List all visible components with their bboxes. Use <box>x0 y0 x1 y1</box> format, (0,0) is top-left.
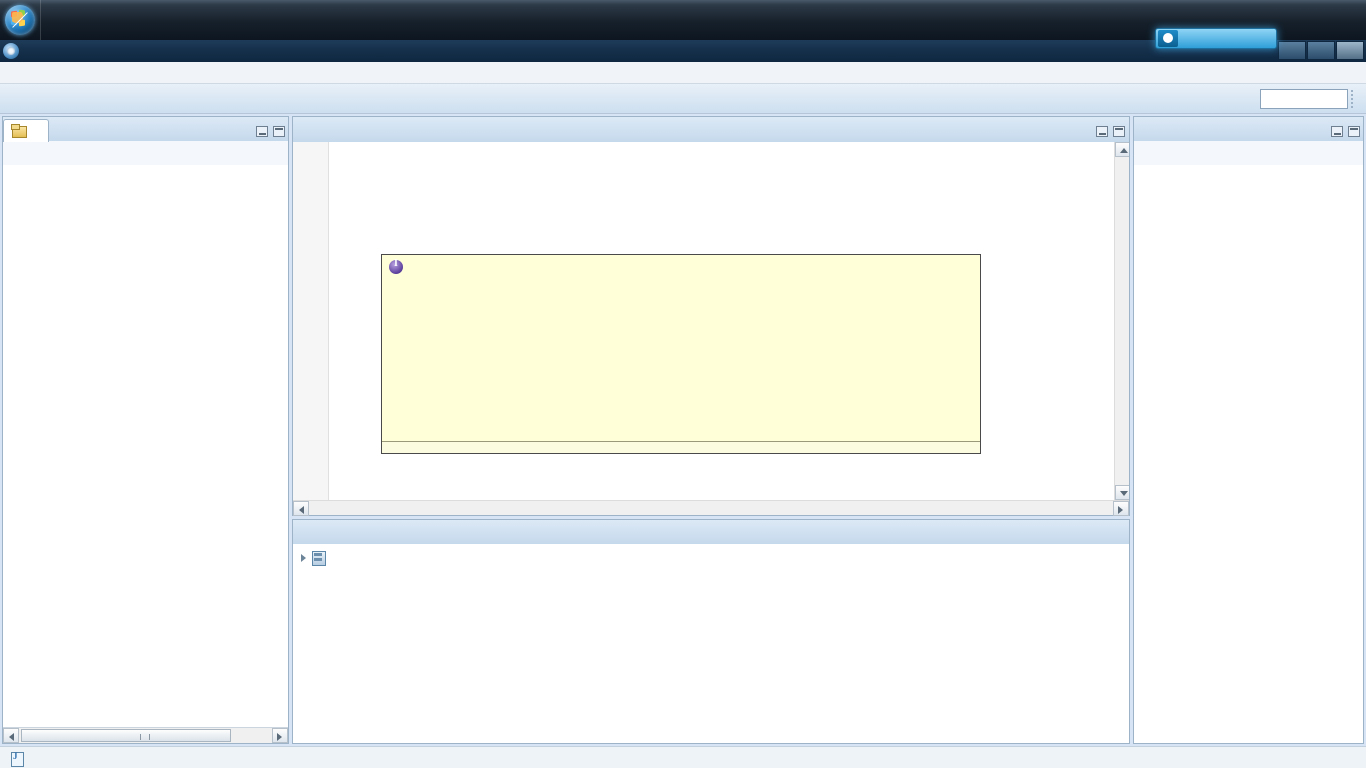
sogou-ime-tooltip[interactable] <box>1155 28 1277 49</box>
tab-project-explorer[interactable] <box>3 119 49 142</box>
right-column <box>1133 116 1364 744</box>
maximize-icon[interactable] <box>273 126 285 137</box>
project-explorer-view <box>2 116 289 744</box>
restore-window-button[interactable] <box>1307 41 1335 60</box>
status-bar <box>0 746 1366 768</box>
horizontal-scrollbar[interactable] <box>3 727 288 743</box>
outline-tabfolder <box>1134 117 1363 141</box>
editor-area <box>292 116 1130 516</box>
scroll-up-icon[interactable] <box>1115 142 1129 157</box>
toolbar-drag-handle[interactable] <box>1351 89 1353 108</box>
minimize-icon[interactable] <box>1096 126 1108 137</box>
javadoc-body <box>382 276 980 441</box>
tomcat-server-icon <box>310 550 327 566</box>
center-column <box>292 116 1130 744</box>
scroll-right-icon[interactable] <box>1113 501 1129 516</box>
scrollbar-thumb[interactable] <box>21 729 231 742</box>
interface-icon <box>389 258 403 274</box>
project-explorer-toolbar <box>3 141 288 165</box>
scroll-down-icon[interactable] <box>1115 485 1129 500</box>
project-explorer-tree[interactable] <box>3 165 288 727</box>
javadoc-footer <box>382 441 980 453</box>
expand-arrow-icon[interactable] <box>297 549 310 567</box>
servers-list[interactable] <box>293 544 1129 743</box>
scrollbar-grip <box>140 734 150 740</box>
javadoc-title-row <box>382 255 980 276</box>
taskbar-divider <box>40 0 41 40</box>
workbench <box>0 114 1366 746</box>
outline-view-controls <box>1331 126 1360 137</box>
sogou-ime-icon <box>1158 30 1178 47</box>
windows-orb-icon <box>5 5 35 35</box>
maximize-icon[interactable] <box>1348 126 1360 137</box>
maximize-icon[interactable] <box>1113 126 1125 137</box>
javadoc-hover-popup <box>381 254 981 454</box>
outline-view <box>1133 116 1364 744</box>
editor-body <box>293 142 1129 500</box>
editor-view-controls <box>1096 126 1125 137</box>
scroll-left-icon[interactable] <box>3 728 19 743</box>
eclipse-app-icon <box>3 43 19 59</box>
scroll-left-icon[interactable] <box>293 501 309 516</box>
window-controls <box>1277 41 1364 60</box>
close-window-button[interactable] <box>1336 41 1364 60</box>
editor-vertical-scrollbar[interactable] <box>1114 142 1129 500</box>
eclipse-window <box>0 40 1366 768</box>
menu-bar <box>0 62 1366 84</box>
project-explorer-view-controls <box>256 126 285 137</box>
bottom-panel <box>292 519 1130 744</box>
project-explorer-tabfolder <box>3 117 288 142</box>
outline-toolbar <box>1134 141 1363 165</box>
scroll-right-icon[interactable] <box>272 728 288 743</box>
bottom-tabfolder <box>293 520 1129 544</box>
minimize-icon[interactable] <box>256 126 268 137</box>
outline-tree[interactable] <box>1134 165 1363 743</box>
editor-horizontal-scrollbar[interactable] <box>293 500 1129 516</box>
quick-access-input[interactable] <box>1260 88 1348 109</box>
java-file-icon <box>8 750 24 767</box>
line-number-ruler[interactable] <box>293 142 329 500</box>
system-tray <box>1284 0 1366 40</box>
main-toolbar <box>0 84 1366 114</box>
start-button[interactable] <box>0 0 40 40</box>
minimize-icon[interactable] <box>1331 126 1343 137</box>
editor-tabfolder <box>293 117 1129 142</box>
minimize-window-button[interactable] <box>1278 41 1306 60</box>
server-row[interactable] <box>293 548 1129 568</box>
project-explorer-icon <box>11 123 28 139</box>
